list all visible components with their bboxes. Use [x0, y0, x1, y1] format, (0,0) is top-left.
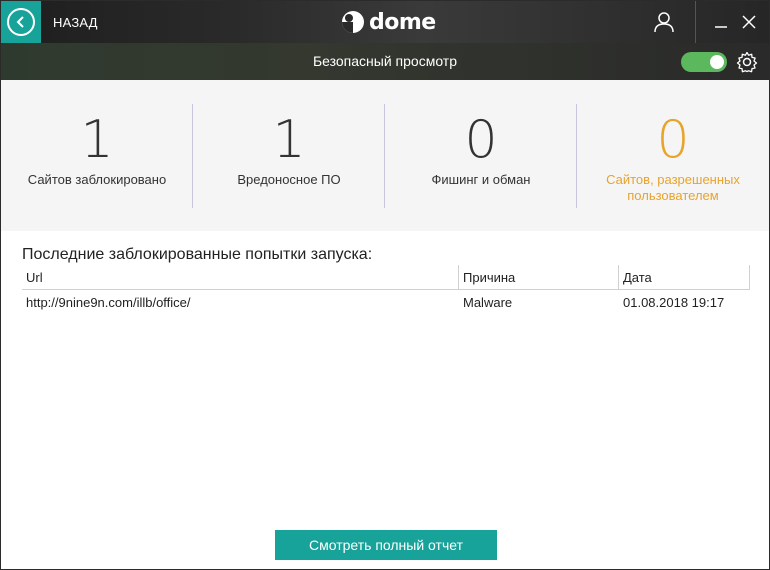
titlebar-divider: [695, 1, 696, 43]
stat-value: 0: [464, 110, 498, 170]
table-header: Url Причина Дата: [22, 265, 750, 290]
cell-url: http://9nine9n.com/illb/office/: [26, 295, 191, 310]
logo-text: dome: [369, 9, 436, 35]
stat-sites-blocked: 1 Сайтов заблокировано: [1, 80, 193, 231]
sub-header: Безопасный просмотр: [1, 43, 769, 80]
page-title: Безопасный просмотр: [312, 53, 458, 69]
stat-label: Сайтов заблокировано: [27, 172, 167, 187]
section-title: Последние заблокированные попытки запуск…: [22, 246, 373, 263]
full-report-button[interactable]: Смотреть полный отчет: [275, 530, 497, 560]
table-row[interactable]: http://9nine9n.com/illb/office/ Malware …: [22, 293, 750, 313]
cell-date: 01.08.2018 19:17: [623, 295, 725, 310]
stat-user-allowed[interactable]: 0 Сайтов, разрешенных пользователем: [577, 80, 769, 231]
app-window: НАЗАД dome Безопасный просмотр 1 Сайтов …: [0, 0, 770, 570]
stat-value: 1: [80, 110, 114, 170]
gear-icon[interactable]: [736, 51, 758, 73]
column-header-date[interactable]: Дата: [619, 265, 750, 290]
stats-panel: 1 Сайтов заблокировано 1 Вредоносное ПО …: [1, 80, 769, 231]
stat-label: Фишинг и обман: [431, 172, 531, 187]
stat-label: Сайтов, разрешенных пользователем: [606, 172, 740, 203]
column-header-reason[interactable]: Причина: [459, 265, 619, 290]
stat-value: 0: [656, 110, 690, 170]
panda-logo-icon: [342, 11, 364, 33]
title-bar: НАЗАД dome: [1, 1, 769, 43]
stat-label: Вредоносное ПО: [237, 172, 341, 187]
logo: dome: [341, 9, 436, 35]
cell-reason: Malware: [463, 295, 513, 310]
protection-toggle[interactable]: [681, 52, 727, 72]
user-icon[interactable]: [653, 11, 675, 33]
close-button[interactable]: [741, 13, 757, 31]
stat-phishing: 0 Фишинг и обман: [385, 80, 577, 231]
minimize-button[interactable]: [713, 13, 729, 31]
back-button[interactable]: [1, 1, 41, 43]
stat-value: 1: [272, 110, 306, 170]
column-header-url[interactable]: Url: [22, 265, 459, 290]
toggle-knob: [710, 55, 724, 69]
back-arrow-icon: [7, 8, 35, 36]
back-label[interactable]: НАЗАД: [53, 15, 98, 30]
stat-malware: 1 Вредоносное ПО: [193, 80, 385, 231]
